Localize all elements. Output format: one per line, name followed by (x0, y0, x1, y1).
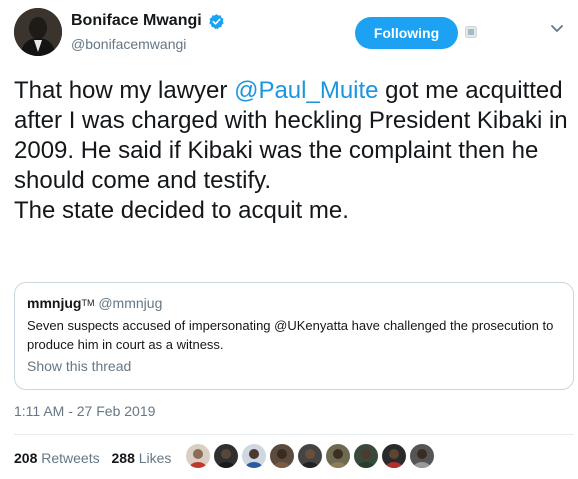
tweet-text-part: That how my lawyer (14, 77, 235, 104)
show-thread-link[interactable]: Show this thread (27, 358, 561, 374)
quoted-tweet[interactable]: mmnjugTM @mmnjug Seven suspects accused … (14, 282, 574, 390)
liker-avatar-6[interactable] (326, 444, 350, 468)
likes-count: 288 (111, 450, 135, 466)
following-button[interactable]: Following (355, 17, 458, 49)
verified-badge-icon (208, 13, 224, 29)
tweet-timestamp[interactable]: 1:11 AM - 27 Feb 2019 (14, 403, 155, 419)
author-name-text[interactable]: Boniface Mwangi (71, 12, 202, 30)
quoted-author-tm: TM (81, 298, 95, 308)
author-avatar[interactable] (14, 8, 62, 56)
tweet-text: That how my lawyer @Paul_Muite got me ac… (14, 76, 574, 226)
liker-avatar-5[interactable] (298, 444, 322, 468)
liker-avatar-3[interactable] (242, 444, 266, 468)
quoted-tweet-text: Seven suspects accused of impersonating … (27, 318, 554, 352)
liker-avatar-2[interactable] (214, 444, 238, 468)
liker-avatar-4[interactable] (270, 444, 294, 468)
author-name[interactable]: Boniface Mwangi (71, 12, 225, 30)
retweets-label: Retweets (41, 450, 100, 466)
liker-avatar-8[interactable] (382, 444, 406, 468)
likes-stat[interactable]: 288 Likes (112, 450, 172, 466)
tweet-stats: 208 Retweets 288 Likes (14, 450, 171, 466)
retweets-stat[interactable]: 208 Retweets (14, 450, 100, 466)
likes-label: Likes (138, 450, 172, 466)
liker-avatars (186, 444, 434, 468)
author-handle[interactable]: @bonifacemwangi (71, 36, 186, 52)
divider (14, 434, 574, 435)
liker-avatar-1[interactable] (186, 444, 210, 468)
mention-link[interactable]: @Paul_Muite (234, 77, 378, 104)
notifications-icon[interactable] (465, 26, 477, 38)
chevron-down-icon[interactable] (550, 24, 564, 34)
quoted-tweet-header: mmnjugTM @mmnjug (27, 295, 561, 311)
liker-avatar-7[interactable] (354, 444, 378, 468)
quoted-author-handle: @mmnjug (98, 295, 163, 311)
retweets-count: 208 (14, 450, 38, 466)
liker-avatar-9[interactable] (410, 444, 434, 468)
quoted-author-name: mmnjug (27, 295, 82, 311)
